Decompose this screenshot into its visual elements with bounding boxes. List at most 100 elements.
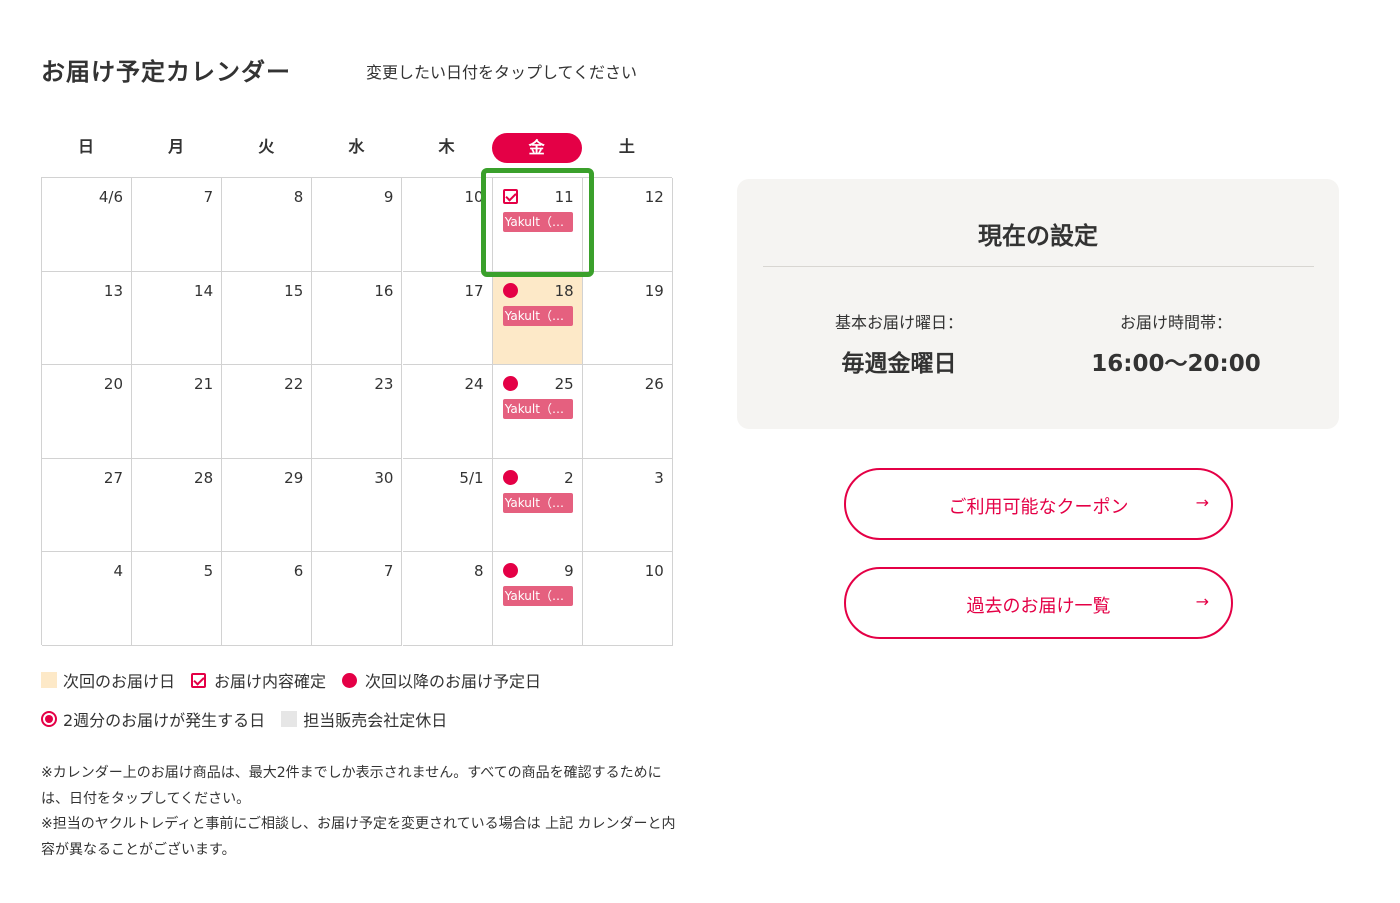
page-title: お届け予定カレンダー <box>41 58 291 86</box>
calendar-day[interactable]: 2 Yakult（… <box>492 458 583 553</box>
calendar-day[interactable]: 14 <box>132 271 223 366</box>
calendar-day[interactable]: 4/6 <box>42 178 132 272</box>
available-coupons-button[interactable]: ご利用可能なクーポン → <box>844 468 1233 540</box>
note-text: ※カレンダー上のお届け商品は、最大2件までしか表示されません。すべての商品を確認… <box>41 765 662 807</box>
calendar-day[interactable]: 9 Yakult（… <box>492 552 583 646</box>
day-number: 16 <box>374 281 394 300</box>
current-settings-panel: 現在の設定 基本お届け曜日： 毎週金曜日 お届け時間帯： 16:00〜20:00 <box>737 179 1339 429</box>
calendar-day[interactable]: 26 <box>582 365 673 459</box>
day-number: 30 <box>374 468 394 487</box>
day-number: 8 <box>293 188 304 206</box>
weekday-header: 日月火水木金土 <box>41 130 672 166</box>
legend-label: 次回以降のお届け予定日 <box>365 672 542 691</box>
delivery-item-tag: Yakult（… <box>502 305 573 326</box>
calendar-day[interactable]: 30 <box>312 458 403 553</box>
calendar-day[interactable]: 5/1 <box>402 458 493 553</box>
day-number: 4 <box>113 562 123 581</box>
weekday-0: 日 <box>77 137 94 156</box>
day-number: 9 <box>564 562 574 581</box>
legend-label: 担当販売会社定休日 <box>303 711 448 730</box>
day-number: 5 <box>203 562 214 581</box>
day-number: 13 <box>103 281 123 300</box>
day-number: 15 <box>284 281 304 300</box>
setting-label: 基本お届け曜日： <box>834 313 963 332</box>
weekday-2: 火 <box>258 137 275 156</box>
delivery-history-button[interactable]: 過去のお届け一覧 → <box>844 567 1233 639</box>
scheduled-dot-icon <box>502 469 518 485</box>
note-text: ※担当のヤクルトレディと事前にご相談し、お届け予定を変更されている場合は 上記 … <box>41 816 676 858</box>
calendar-day[interactable]: 17 <box>402 271 493 366</box>
checkbox-icon <box>191 672 207 688</box>
day-number: 17 <box>464 281 484 300</box>
calendar-day[interactable]: 18 Yakult（… <box>492 271 583 366</box>
delivery-time-setting: お届け時間帯： 16:00〜20:00 <box>1046 309 1306 378</box>
day-number: 26 <box>644 375 664 394</box>
day-number: 10 <box>464 188 484 206</box>
day-number: 8 <box>474 562 484 581</box>
calendar-day[interactable]: 27 <box>42 458 132 553</box>
calendar-day[interactable]: 16 <box>312 271 403 366</box>
day-number: 21 <box>194 375 214 394</box>
calendar-day[interactable]: 25 Yakult（… <box>492 365 583 459</box>
calendar-day[interactable]: 9 <box>312 178 403 272</box>
delivery-item-tag: Yakult（… <box>502 212 573 232</box>
divider <box>763 266 1314 267</box>
cream-swatch-icon <box>41 672 57 688</box>
day-number: 9 <box>383 188 394 206</box>
calendar-day[interactable]: 7 <box>312 552 403 646</box>
delivery-calendar: 4/6 7 8 9 10 11 Yakult（… 12 13 14 15 16 17 18 Yakult（…… <box>41 177 673 646</box>
weekday-6: 土 <box>618 137 635 156</box>
weekday-5: 金 <box>491 133 582 163</box>
calendar-day[interactable]: 12 <box>582 178 673 272</box>
calendar-day[interactable]: 11 Yakult（… <box>492 178 583 272</box>
delivery-item-tag: Yakult（… <box>502 492 573 513</box>
calendar-day[interactable]: 24 <box>402 365 493 459</box>
confirmed-checkbox-icon <box>502 189 518 204</box>
calendar-day[interactable]: 21 <box>132 365 223 459</box>
day-number: 28 <box>194 468 214 487</box>
day-number: 24 <box>464 375 484 394</box>
calendar-day[interactable]: 8 <box>222 178 313 272</box>
calendar-day[interactable]: 13 <box>42 271 132 366</box>
calendar-day[interactable]: 20 <box>42 365 132 459</box>
double-ring-icon <box>41 711 57 727</box>
button-label: ご利用可能なクーポン <box>948 497 1129 518</box>
calendar-day[interactable]: 5 <box>132 552 223 646</box>
setting-value: 16:00〜20:00 <box>1091 351 1261 377</box>
day-number: 2 <box>564 468 574 487</box>
scheduled-dot-icon <box>502 282 518 298</box>
legend-holiday: 担当販売会社定休日 <box>281 707 447 731</box>
calendar-day[interactable]: 8 <box>402 552 493 646</box>
calendar-day[interactable]: 22 <box>222 365 313 459</box>
day-number: 11 <box>554 188 574 206</box>
delivery-item-tag: Yakult（… <box>502 586 573 607</box>
red-dot-icon <box>342 672 358 688</box>
day-number: 12 <box>644 188 664 206</box>
day-number: 7 <box>383 562 394 581</box>
weekday-1: 月 <box>168 137 185 156</box>
arrow-right-icon: → <box>1195 592 1209 611</box>
calendar-day[interactable]: 6 <box>222 552 313 646</box>
day-number: 10 <box>644 562 664 581</box>
calendar-day[interactable]: 29 <box>222 458 313 553</box>
setting-label: お届け時間帯： <box>1119 313 1232 332</box>
legend-next-delivery: 次回のお届け日 <box>41 668 175 692</box>
gray-swatch-icon <box>281 711 298 727</box>
calendar-day[interactable]: 4 <box>42 552 132 646</box>
legend-label: 次回のお届け日 <box>63 672 176 691</box>
scheduled-dot-icon <box>502 563 518 579</box>
weekday-3: 水 <box>348 137 365 156</box>
weekday-4: 木 <box>438 137 455 156</box>
day-number: 5/1 <box>459 468 484 487</box>
day-number: 25 <box>554 375 574 394</box>
calendar-day[interactable]: 10 <box>402 178 493 272</box>
calendar-day[interactable]: 28 <box>132 458 223 553</box>
calendar-day[interactable]: 15 <box>222 271 313 366</box>
day-number: 19 <box>644 281 664 300</box>
calendar-day[interactable]: 10 <box>582 552 673 646</box>
calendar-day[interactable]: 3 <box>582 458 673 553</box>
calendar-day[interactable]: 7 <box>132 178 223 272</box>
calendar-day[interactable]: 19 <box>582 271 673 366</box>
legend-label: 2週分のお届けが発生する日 <box>63 711 266 730</box>
calendar-day[interactable]: 23 <box>312 365 403 459</box>
